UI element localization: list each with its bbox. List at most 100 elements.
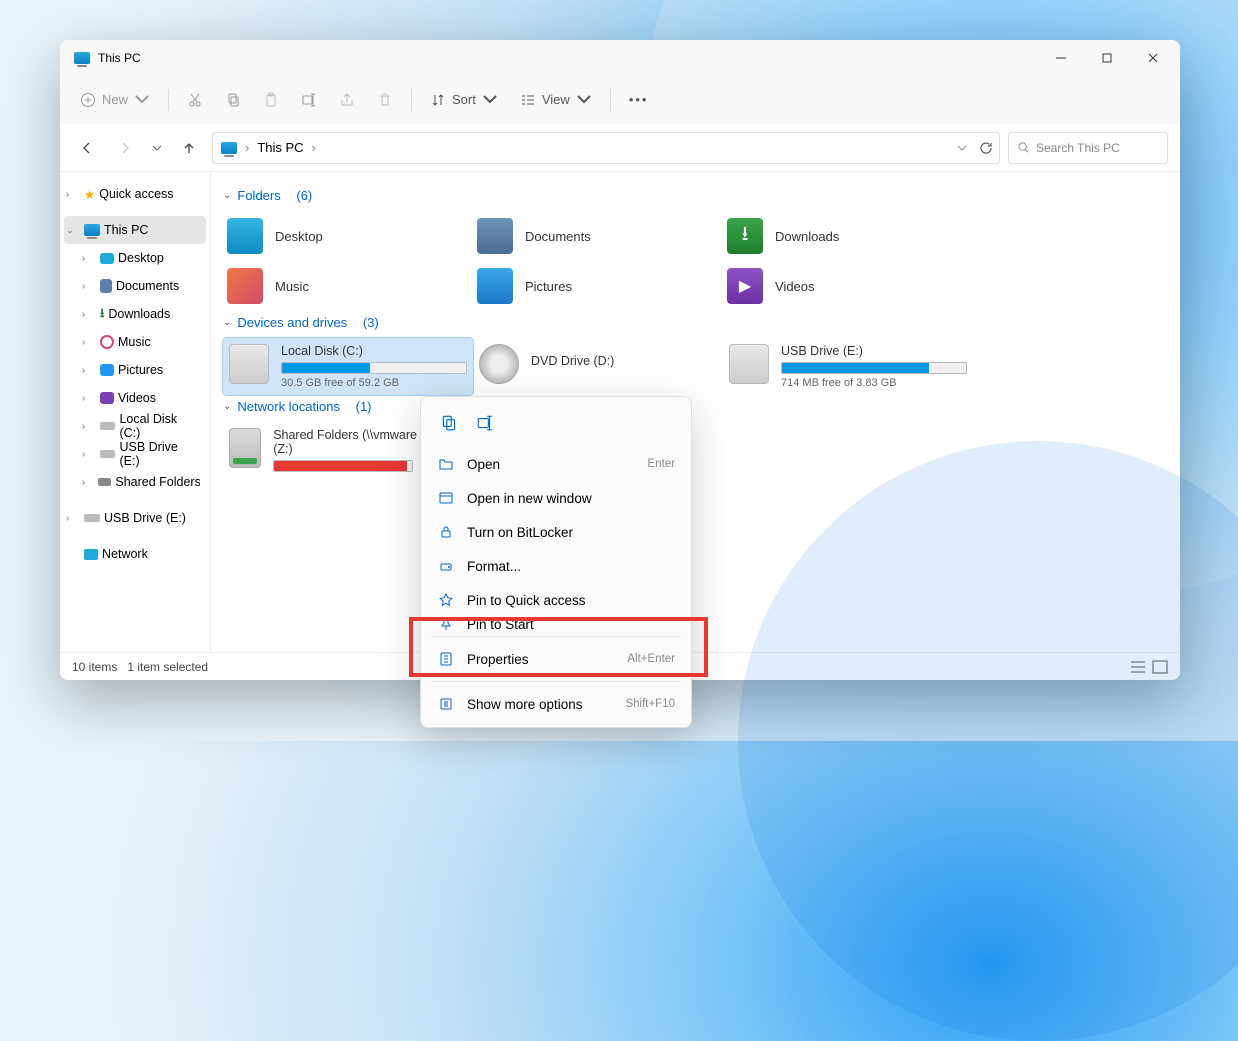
- sidebar-label: Desktop: [118, 251, 164, 265]
- refresh-button[interactable]: [979, 141, 993, 155]
- drive-label: Local Disk (C:): [281, 344, 467, 358]
- documents-icon: [100, 279, 112, 293]
- sidebar-label: Shared Folders (\\: [115, 475, 200, 489]
- drive-label: Shared Folders (\\vmware(Z:): [273, 428, 417, 456]
- close-button[interactable]: [1130, 40, 1176, 76]
- lock-icon: [437, 524, 455, 540]
- drive-icon: [229, 344, 269, 384]
- window-title: This PC: [98, 51, 141, 65]
- section-drives[interactable]: ⌄Devices and drives (3): [223, 315, 1168, 330]
- sidebar-item-desktop[interactable]: ›Desktop: [64, 244, 206, 272]
- ctx-bitlocker[interactable]: Turn on BitLocker: [427, 515, 685, 549]
- new-label: New: [102, 92, 128, 107]
- sidebar-quick-access[interactable]: ›★ Quick access: [64, 180, 206, 208]
- section-folders[interactable]: ⌄Folders (6): [223, 188, 1168, 203]
- drive-usage-bar: [781, 362, 967, 374]
- ctx-open-new-window[interactable]: Open in new window: [427, 481, 685, 515]
- navrow: › This PC › Search This PC: [60, 124, 1180, 172]
- sort-button[interactable]: Sort: [422, 84, 506, 116]
- new-button[interactable]: New: [72, 84, 158, 116]
- folder-videos[interactable]: ▶Videos: [723, 261, 973, 311]
- folder-downloads[interactable]: ⭳Downloads: [723, 211, 973, 261]
- downloads-icon: ⭳: [727, 218, 763, 254]
- folder-documents[interactable]: Documents: [473, 211, 723, 261]
- drive-dvd-d[interactable]: DVD Drive (D:): [473, 338, 723, 395]
- drive-label: DVD Drive (D:): [531, 354, 717, 368]
- properties-icon: [437, 651, 455, 667]
- toolbar: New Sort View •••: [60, 76, 1180, 124]
- breadcrumb-item[interactable]: This PC: [257, 140, 303, 155]
- view-button[interactable]: View: [512, 84, 600, 116]
- address-history-icon[interactable]: [957, 143, 967, 153]
- ctx-properties[interactable]: PropertiesAlt+Enter: [427, 642, 685, 676]
- videos-icon: [100, 392, 114, 404]
- network-icon: [84, 549, 98, 560]
- copy-button[interactable]: [217, 84, 249, 116]
- sidebar-item-pictures[interactable]: ›Pictures: [64, 356, 206, 384]
- ctx-open[interactable]: OpenEnter: [427, 447, 685, 481]
- sidebar-label: Downloads: [108, 307, 170, 321]
- rename-button[interactable]: [293, 84, 325, 116]
- forward-button[interactable]: [110, 133, 140, 163]
- sidebar-this-pc[interactable]: ⌄ This PC: [64, 216, 206, 244]
- sidebar-label: This PC: [104, 223, 148, 237]
- addressbar[interactable]: › This PC ›: [212, 132, 1000, 164]
- sidebar-item-shared[interactable]: ›Shared Folders (\\: [64, 468, 206, 496]
- status-selected: 1 item selected: [127, 660, 208, 674]
- more-button[interactable]: •••: [621, 84, 657, 116]
- details-view-icon[interactable]: [1130, 660, 1146, 674]
- section-network[interactable]: ⌄Network locations (1): [223, 399, 1168, 414]
- ctx-pin-start[interactable]: Pin to Start: [427, 617, 685, 631]
- titlebar: This PC: [60, 40, 1180, 76]
- search-placeholder: Search This PC: [1036, 141, 1120, 155]
- network-drive-icon: [229, 428, 261, 468]
- ctx-pin-qa[interactable]: Pin to Quick access: [427, 583, 685, 617]
- drive-usage-bar: [273, 460, 413, 472]
- drive-label: USB Drive (E:): [781, 344, 967, 358]
- music-icon: [100, 335, 114, 349]
- folder-label: Music: [275, 279, 309, 294]
- maximize-button[interactable]: [1084, 40, 1130, 76]
- view-label: View: [542, 92, 570, 107]
- drive-subtext: 714 MB free of 3.83 GB: [781, 377, 967, 389]
- drive-usb-e[interactable]: USB Drive (E:) 714 MB free of 3.83 GB: [723, 338, 973, 395]
- sidebar-network[interactable]: ›Network: [64, 540, 206, 568]
- folder-pictures[interactable]: Pictures: [473, 261, 723, 311]
- desktop-icon: [227, 218, 263, 254]
- delete-button[interactable]: [369, 84, 401, 116]
- pictures-icon: [100, 364, 114, 376]
- sidebar-label: USB Drive (E:): [104, 511, 186, 525]
- sidebar-item-videos[interactable]: ›Videos: [64, 384, 206, 412]
- folder-music[interactable]: Music: [223, 261, 473, 311]
- sidebar-item-local-disk[interactable]: ›Local Disk (C:): [64, 412, 206, 440]
- drive-usage-bar: [281, 362, 467, 374]
- pictures-icon: [477, 268, 513, 304]
- back-button[interactable]: [72, 133, 102, 163]
- sidebar-label: Music: [118, 335, 151, 349]
- network-share-z[interactable]: Shared Folders (\\vmware(Z:): [223, 422, 423, 478]
- paste-button[interactable]: [255, 84, 287, 116]
- tiles-view-icon[interactable]: [1152, 660, 1168, 674]
- recent-button[interactable]: [148, 133, 166, 163]
- ctx-rename-button[interactable]: [471, 409, 499, 437]
- ctx-copy-button[interactable]: [435, 409, 463, 437]
- sidebar-item-documents[interactable]: ›Documents: [64, 272, 206, 300]
- drive-icon: [100, 450, 116, 458]
- drive-icon: [98, 478, 112, 486]
- sidebar-usb-root[interactable]: ›USB Drive (E:): [64, 504, 206, 532]
- folder-desktop[interactable]: Desktop: [223, 211, 473, 261]
- up-button[interactable]: [174, 133, 204, 163]
- minimize-button[interactable]: [1038, 40, 1084, 76]
- sidebar-item-usb[interactable]: ›USB Drive (E:): [64, 440, 206, 468]
- sidebar-item-downloads[interactable]: ›⭳Downloads: [64, 300, 206, 328]
- cut-button[interactable]: [179, 84, 211, 116]
- sidebar-item-music[interactable]: ›Music: [64, 328, 206, 356]
- ctx-more-options[interactable]: Show more optionsShift+F10: [427, 687, 685, 721]
- sidebar-label: Documents: [116, 279, 179, 293]
- ctx-format[interactable]: Format...: [427, 549, 685, 583]
- drive-local-c[interactable]: Local Disk (C:) 30.5 GB free of 59.2 GB: [223, 338, 473, 395]
- sidebar-label: Videos: [118, 391, 156, 405]
- search-icon: [1017, 141, 1030, 154]
- search-input[interactable]: Search This PC: [1008, 132, 1168, 164]
- share-button[interactable]: [331, 84, 363, 116]
